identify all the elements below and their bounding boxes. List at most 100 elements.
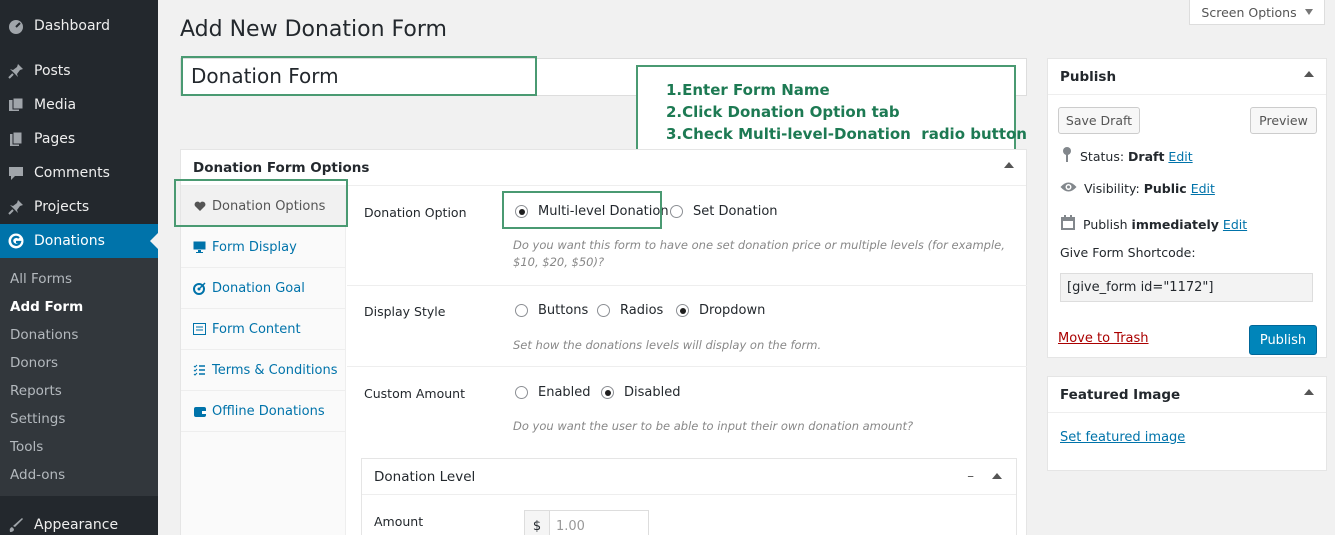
radio-dot[interactable]: [670, 205, 683, 218]
amount-label: Amount: [374, 514, 424, 529]
donation-option-label: Donation Option: [364, 205, 467, 220]
featured-image-title: Featured Image: [1060, 386, 1181, 403]
triangle-down-icon: [1304, 9, 1313, 15]
menu-label: Posts: [34, 63, 71, 79]
submenu-donors[interactable]: Donors: [10, 355, 58, 371]
menu-item-comments[interactable]: Comments: [0, 156, 158, 190]
menu-label: Media: [34, 97, 77, 113]
submenu-reports[interactable]: Reports: [10, 383, 62, 399]
callout-line: 2.Click Donation Option tab: [666, 103, 900, 121]
radio-buttons[interactable]: Buttons: [515, 303, 588, 318]
visibility-label: Visibility:: [1084, 181, 1140, 196]
radio-label: Buttons: [538, 303, 589, 318]
submenu-all-forms[interactable]: All Forms: [10, 271, 72, 287]
wallet-icon: [193, 405, 206, 418]
collapse-arrow-icon[interactable]: [1004, 162, 1014, 168]
goal-icon: [193, 281, 206, 295]
edit-visibility-link[interactable]: Edit: [1191, 181, 1215, 196]
comments-icon: [8, 165, 24, 181]
preview-button[interactable]: Preview: [1250, 107, 1317, 134]
menu-item-pages[interactable]: Pages: [0, 122, 158, 156]
visibility-row: Visibility: Public Edit: [1060, 181, 1215, 196]
tab-form-content[interactable]: Form Content: [181, 309, 345, 350]
collapse-arrow-icon[interactable]: [1304, 389, 1314, 395]
callout-line: 1.Enter Form Name: [666, 81, 830, 99]
instruction-callout: 1.Enter Form Name 2.Click Donation Optio…: [636, 65, 1027, 155]
status-value: Draft: [1128, 148, 1165, 164]
radio-dropdown[interactable]: Dropdown: [676, 303, 765, 318]
publish-box: Publish Save Draft Preview Status: Draft…: [1047, 58, 1327, 358]
menu-item-posts[interactable]: Posts: [0, 54, 158, 88]
publish-button[interactable]: Publish: [1249, 325, 1317, 355]
publish-label: Publish: [1083, 217, 1128, 232]
appearance-icon: [8, 517, 24, 533]
radio-dot[interactable]: [601, 386, 614, 399]
collapse-arrow-icon[interactable]: [1304, 71, 1314, 77]
menu-item-appearance[interactable]: Appearance: [0, 508, 158, 535]
radio-radios[interactable]: Radios: [597, 303, 663, 318]
menu-item-donations[interactable]: Donations: [0, 224, 158, 258]
submenu-donations[interactable]: Donations: [10, 327, 78, 343]
tab-offline-donations[interactable]: Offline Donations: [181, 391, 345, 432]
edit-publish-date-link[interactable]: Edit: [1223, 217, 1247, 232]
submenu-settings[interactable]: Settings: [10, 411, 65, 427]
custom-amount-description: Do you want the user to be able to input…: [513, 419, 914, 433]
screen-options-label: Screen Options: [1201, 4, 1297, 20]
radio-enabled[interactable]: Enabled: [515, 385, 591, 400]
menu-item-media[interactable]: Media: [0, 88, 158, 122]
menu-label: Pages: [34, 131, 76, 147]
save-draft-button[interactable]: Save Draft: [1058, 107, 1140, 134]
radio-label: Radios: [620, 303, 664, 318]
set-featured-image-link[interactable]: Set featured image: [1060, 430, 1185, 445]
submenu-add-form[interactable]: Add Form: [10, 299, 83, 315]
menu-label: Projects: [34, 199, 90, 215]
radio-disabled[interactable]: Disabled: [601, 385, 680, 400]
give-icon: [8, 233, 24, 249]
publish-date-row: Publish immediately Edit: [1060, 215, 1247, 234]
pages-icon: [8, 131, 24, 147]
amount-input[interactable]: 1.00: [549, 510, 649, 535]
tab-highlight-box: [174, 179, 348, 227]
tab-terms-conditions[interactable]: Terms & Conditions: [181, 350, 345, 391]
move-to-trash-link[interactable]: Move to Trash: [1058, 331, 1149, 346]
submenu-add-ons[interactable]: Add-ons: [10, 467, 65, 483]
form-title-input[interactable]: Donation Form: [181, 56, 537, 96]
radio-dot[interactable]: [515, 386, 528, 399]
dashboard-icon: [8, 18, 24, 34]
featured-image-header: Featured Image: [1048, 377, 1326, 413]
menu-label: Donations: [34, 233, 105, 249]
eye-icon: [1060, 181, 1077, 196]
tab-label: Form Content: [212, 321, 301, 337]
menu-label: Comments: [34, 165, 110, 181]
pin-icon: [8, 63, 24, 79]
submenu-tools[interactable]: Tools: [10, 439, 43, 455]
tab-label: Donation Goal: [212, 280, 305, 296]
edit-status-link[interactable]: Edit: [1168, 149, 1192, 164]
currency-prefix: $: [524, 510, 550, 535]
radio-label: Set Donation: [693, 204, 778, 219]
tab-form-display[interactable]: Form Display: [181, 227, 345, 268]
shortcode-label: Give Form Shortcode:: [1060, 245, 1196, 260]
tab-label: Terms & Conditions: [212, 362, 338, 378]
radio-set-donation[interactable]: Set Donation: [670, 204, 778, 219]
tab-label: Form Display: [212, 239, 297, 255]
screen-options-button[interactable]: Screen Options: [1189, 0, 1325, 25]
callout-line: 3.Check Multi-level-Donation radio butto…: [666, 125, 1027, 143]
menu-item-projects[interactable]: Projects: [0, 190, 158, 224]
visibility-value: Public: [1143, 181, 1187, 196]
publish-box-header: Publish: [1048, 59, 1326, 95]
custom-amount-label: Custom Amount: [364, 386, 465, 401]
radio-dot[interactable]: [676, 304, 689, 317]
radio-dot[interactable]: [597, 304, 610, 317]
row-divider: [347, 366, 1027, 367]
display-style-label: Display Style: [364, 304, 446, 319]
collapse-dash-icon[interactable]: –: [967, 468, 974, 484]
tab-donation-goal[interactable]: Donation Goal: [181, 268, 345, 309]
collapse-arrow-icon[interactable]: [992, 473, 1002, 479]
calendar-icon: [1060, 215, 1076, 234]
shortcode-field[interactable]: [give_form id="1172"]: [1060, 273, 1313, 302]
radio-label: Enabled: [538, 385, 591, 400]
menu-item-dashboard[interactable]: Dashboard: [0, 9, 158, 43]
radio-dot[interactable]: [515, 304, 528, 317]
featured-image-box: Featured Image Set featured image: [1047, 376, 1327, 471]
